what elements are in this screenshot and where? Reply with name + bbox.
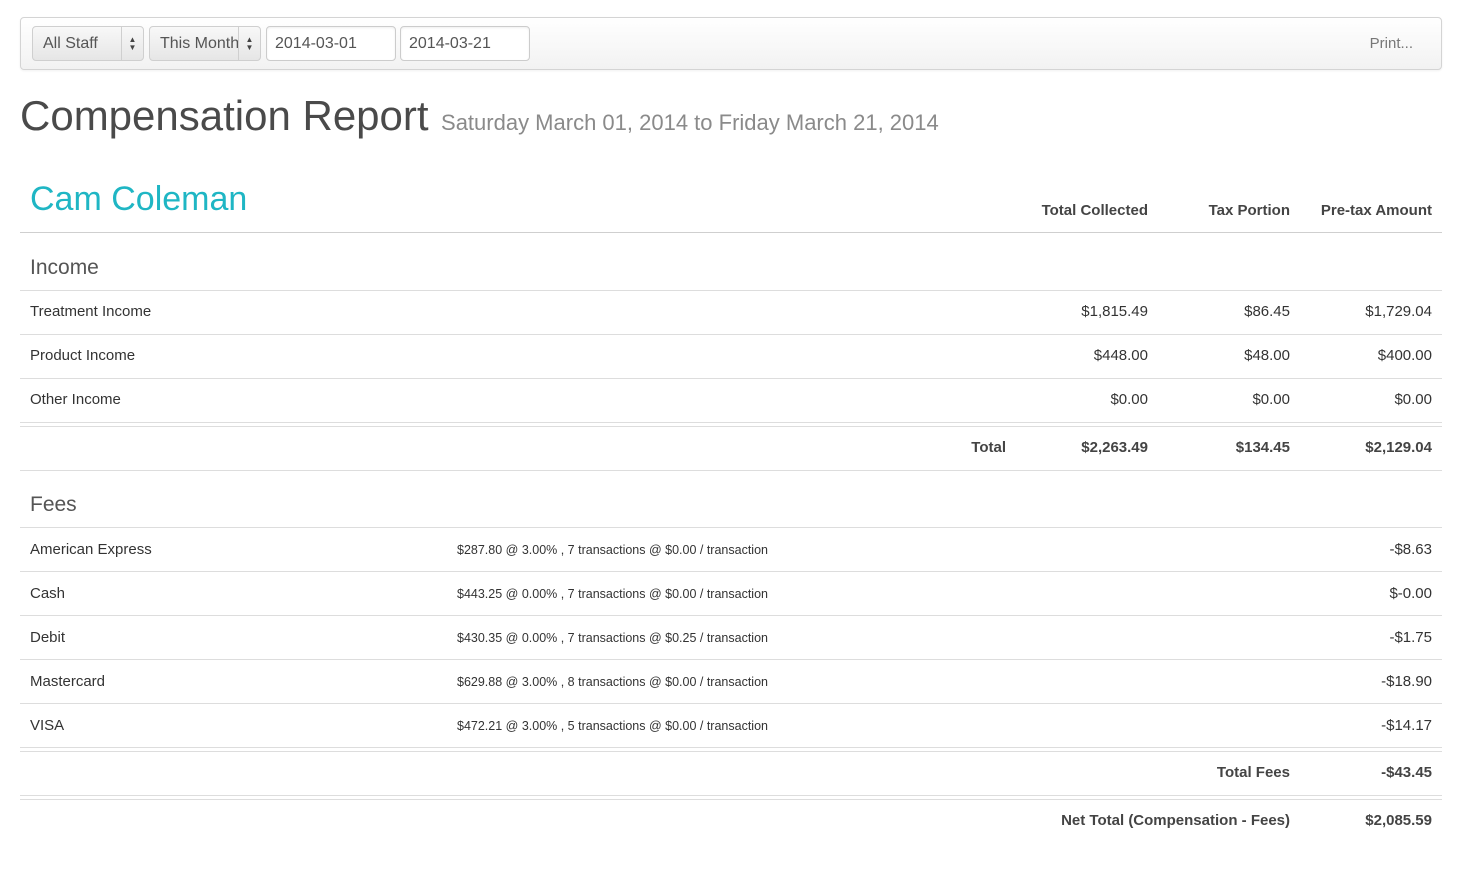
income-collected: $0.00 <box>1110 391 1148 408</box>
income-row-label: Treatment Income <box>30 303 152 320</box>
income-row-label: Product Income <box>30 347 136 364</box>
fee-detail: $629.88 @ 3.00% , 8 transactions @ $0.00… <box>457 675 768 689</box>
divider <box>20 703 1442 704</box>
fee-row-label: Debit <box>30 629 66 646</box>
divider <box>20 422 1442 423</box>
fee-amount: -$8.63 <box>1389 541 1432 558</box>
fee-amount: -$18.90 <box>1381 673 1432 690</box>
fee-detail: $287.80 @ 3.00% , 7 transactions @ $0.00… <box>457 543 768 557</box>
divider <box>20 751 1442 752</box>
fee-row-label: Cash <box>30 585 66 602</box>
income-pretax: $0.00 <box>1394 391 1432 408</box>
divider <box>20 799 1442 800</box>
fees-total-amount: -$43.45 <box>1381 764 1432 781</box>
fee-amount: -$14.17 <box>1381 717 1432 734</box>
divider <box>20 615 1442 616</box>
income-collected: $1,815.49 <box>1081 303 1148 320</box>
divider <box>20 795 1442 796</box>
income-section-title: Income <box>30 256 99 279</box>
income-pretax: $400.00 <box>1377 347 1432 364</box>
date-range-subtitle: Saturday March 01, 2014 to Friday March … <box>441 110 939 135</box>
page-heading: Compensation Report Saturday March 01, 2… <box>20 92 939 140</box>
column-header-pretax-amount: Pre-tax Amount <box>1320 202 1432 219</box>
period-select[interactable]: This Month ▲ ▼ <box>149 26 261 61</box>
column-header-total-collected: Total Collected <box>1041 202 1148 219</box>
income-pretax: $1,729.04 <box>1365 303 1432 320</box>
net-total-label: Net Total (Compensation - Fees) <box>1061 812 1290 829</box>
print-link[interactable]: Print... <box>1370 35 1413 52</box>
staff-name: Cam Coleman <box>30 180 248 218</box>
divider <box>20 334 1442 335</box>
end-date-input[interactable] <box>400 26 530 61</box>
fee-amount: $-0.00 <box>1389 585 1432 602</box>
fee-row-label: Mastercard <box>30 673 106 690</box>
start-date-input[interactable] <box>266 26 396 61</box>
divider <box>20 290 1442 291</box>
filter-toolbar: All Staff ▲▼ This Month ▲▼ Print... <box>20 17 1442 70</box>
select-arrows-icon: ▲ ▼ <box>121 27 143 60</box>
divider <box>20 232 1442 233</box>
divider <box>20 747 1442 748</box>
select-arrows-icon: ▲ ▼ <box>238 27 260 60</box>
fee-detail: $430.35 @ 0.00% , 7 transactions @ $0.25… <box>457 631 768 645</box>
fee-row-label: VISA <box>30 717 65 734</box>
divider <box>20 571 1442 572</box>
column-header-tax-portion: Tax Portion <box>1208 202 1290 219</box>
fees-section-title: Fees <box>30 493 77 516</box>
staff-select[interactable]: All Staff ▲ ▼ <box>32 26 144 61</box>
divider <box>20 659 1442 660</box>
fee-detail: $443.25 @ 0.00% , 7 transactions @ $0.00… <box>457 587 768 601</box>
divider <box>20 378 1442 379</box>
divider <box>20 527 1442 528</box>
net-total-amount: $2,085.59 <box>1365 812 1432 829</box>
staff-select-value: All Staff <box>43 34 98 52</box>
income-tax: $0.00 <box>1252 391 1290 408</box>
income-tax: $86.45 <box>1244 303 1290 320</box>
fee-row-label: American Express <box>30 541 152 558</box>
fee-amount: -$1.75 <box>1389 629 1432 646</box>
income-row-label: Other Income <box>30 391 121 408</box>
divider <box>20 470 1442 471</box>
income-collected: $448.00 <box>1093 347 1148 364</box>
income-total-pretax: $2,129.04 <box>1365 439 1432 456</box>
income-total-collected: $2,263.49 <box>1081 439 1148 456</box>
period-select-value: This Month <box>160 34 238 52</box>
income-tax: $48.00 <box>1244 347 1290 364</box>
divider <box>20 426 1442 427</box>
page-title: Compensation Report <box>20 92 429 139</box>
fee-detail: $472.21 @ 3.00% , 5 transactions @ $0.00… <box>457 719 768 733</box>
income-total-tax: $134.45 <box>1235 439 1290 456</box>
